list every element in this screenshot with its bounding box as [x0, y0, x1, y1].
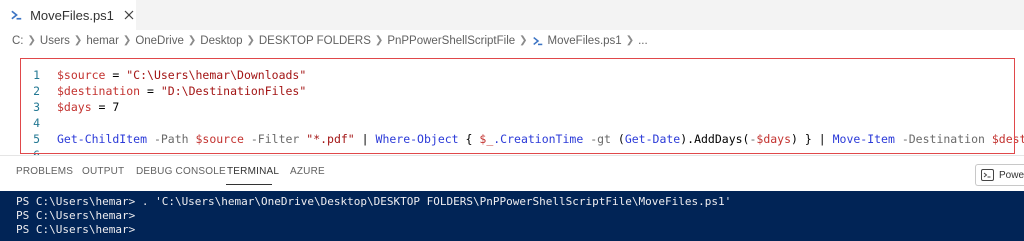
breadcrumb-item-script-folder[interactable]: PnPPowerShellScriptFile — [387, 35, 515, 47]
code-text: $destination = "D:\DestinationFiles" — [57, 83, 306, 99]
code-text: $source = "C:\Users\hemar\Downloads" — [57, 67, 306, 83]
code-line-4: 4 $days = 7 — [0, 99, 1024, 130]
powershell-icon — [532, 36, 542, 45]
code-cmdlet: Get-ChildItem — [57, 132, 148, 146]
tab-debug-console[interactable]: DEBUG CONSOLE — [136, 166, 226, 177]
code-pipe: | — [354, 132, 376, 146]
tab-movefiles[interactable]: MoveFiles.ps1 — [0, 0, 136, 30]
code-text: Get-ChildItem -Path $source -Filter "*.p… — [57, 131, 1024, 147]
tab-terminal[interactable]: TERMINAL — [227, 166, 279, 177]
terminal-line: PS C:\Users\hemar> — [16, 223, 136, 236]
code-parameter: -Path — [147, 132, 196, 146]
code-editor[interactable]: 1 2 $source = "C:\Users\hemar\Downloads"… — [0, 51, 1024, 178]
code-operator: = — [105, 68, 127, 82]
tab-problems[interactable]: PROBLEMS — [16, 166, 73, 177]
chevron-right-icon: ❯ — [625, 35, 635, 46]
breadcrumb-item-desktop[interactable]: Desktop — [200, 35, 242, 47]
editor-tab-bar: MoveFiles.ps1 — [0, 0, 1024, 30]
terminal-icon — [981, 169, 994, 181]
breadcrumb-item-desktop-folders[interactable]: DESKTOP FOLDERS — [259, 35, 371, 47]
code-operator: = — [140, 84, 161, 98]
code-line-1: 1 — [0, 51, 1024, 82]
code-line-3: 3 $destination = "D:\DestinationFiles" — [0, 83, 1024, 114]
code-brace: { — [458, 132, 480, 146]
breadcrumb-item-drive[interactable]: C: — [12, 35, 24, 47]
code-property: .CreationTime — [493, 132, 584, 146]
breadcrumb-item-onedrive[interactable]: OneDrive — [135, 35, 184, 47]
code-line-6: 6 Get-ChildItem -Path $source -Filter "*… — [0, 131, 1024, 162]
code-variable: $days — [57, 100, 92, 114]
breadcrumb: C: ❯ Users ❯ hemar ❯ OneDrive ❯ Desktop … — [0, 30, 1024, 51]
chevron-right-icon: ❯ — [374, 35, 384, 46]
code-parameter: -Filter — [243, 132, 307, 146]
terminal-selector[interactable]: PowerShell — [975, 164, 1024, 186]
code-variable: $destination — [991, 132, 1024, 146]
code-variable: $days — [756, 132, 792, 146]
powershell-icon — [11, 10, 22, 20]
code-method: .AddDays( — [687, 132, 750, 146]
active-tab-indicator — [226, 184, 272, 185]
chevron-right-icon: ❯ — [27, 35, 36, 46]
tab-output[interactable]: OUTPUT — [82, 166, 124, 177]
code-string: "C:\Users\hemar\Downloads" — [126, 68, 307, 82]
code-cmdlet: Move-Item — [832, 132, 895, 146]
code-line-2: 2 $source = "C:\Users\hemar\Downloads" — [0, 67, 1024, 98]
code-number: 7 — [112, 100, 120, 114]
tab-azure[interactable]: AZURE — [290, 166, 325, 177]
chevron-right-icon: ❯ — [73, 35, 83, 46]
code-cmdlet: Where-Object — [375, 132, 459, 146]
chevron-right-icon: ❯ — [519, 35, 528, 46]
code-string: "D:\DestinationFiles" — [160, 84, 307, 98]
code-paren: ( — [617, 132, 625, 146]
terminal-line: PS C:\Users\hemar> — [16, 209, 136, 222]
code-parameter: -Destination — [894, 132, 992, 146]
breadcrumb-item-users[interactable]: Users — [40, 35, 70, 47]
terminal[interactable]: PS C:\Users\hemar> . 'C:\Users\hemar\One… — [0, 191, 1024, 241]
code-variable: $source — [195, 132, 244, 146]
chevron-right-icon: ❯ — [246, 35, 255, 46]
tab-label: MoveFiles.ps1 — [30, 7, 114, 23]
code-cmdlet: Get-Date — [624, 132, 681, 146]
code-pipe: | — [818, 132, 833, 146]
chevron-right-icon: ❯ — [187, 35, 197, 46]
breadcrumb-item-file[interactable]: MoveFiles.ps1 — [548, 35, 622, 47]
code-string: "*.pdf" — [306, 132, 355, 146]
panel-tab-bar: PROBLEMS OUTPUT DEBUG CONSOLE TERMINAL A… — [0, 155, 1024, 191]
code-brace: ) } — [791, 132, 819, 146]
breadcrumb-item-hemar[interactable]: hemar — [86, 35, 119, 47]
code-operator: -gt — [583, 132, 618, 146]
code-variable: $_ — [479, 132, 494, 146]
chevron-right-icon: ❯ — [122, 35, 132, 46]
code-text: $days = 7 — [57, 99, 119, 115]
breadcrumb-item-more[interactable]: ... — [638, 35, 648, 47]
code-variable: $destination — [57, 84, 141, 98]
code-variable: $source — [57, 68, 106, 82]
code-operator: = — [91, 100, 113, 114]
code-line-5: 5 — [0, 115, 1024, 146]
close-icon[interactable] — [123, 8, 136, 22]
terminal-line: PS C:\Users\hemar> . 'C:\Users\hemar\One… — [16, 195, 732, 208]
terminal-selector-label: PowerShell — [999, 169, 1024, 181]
